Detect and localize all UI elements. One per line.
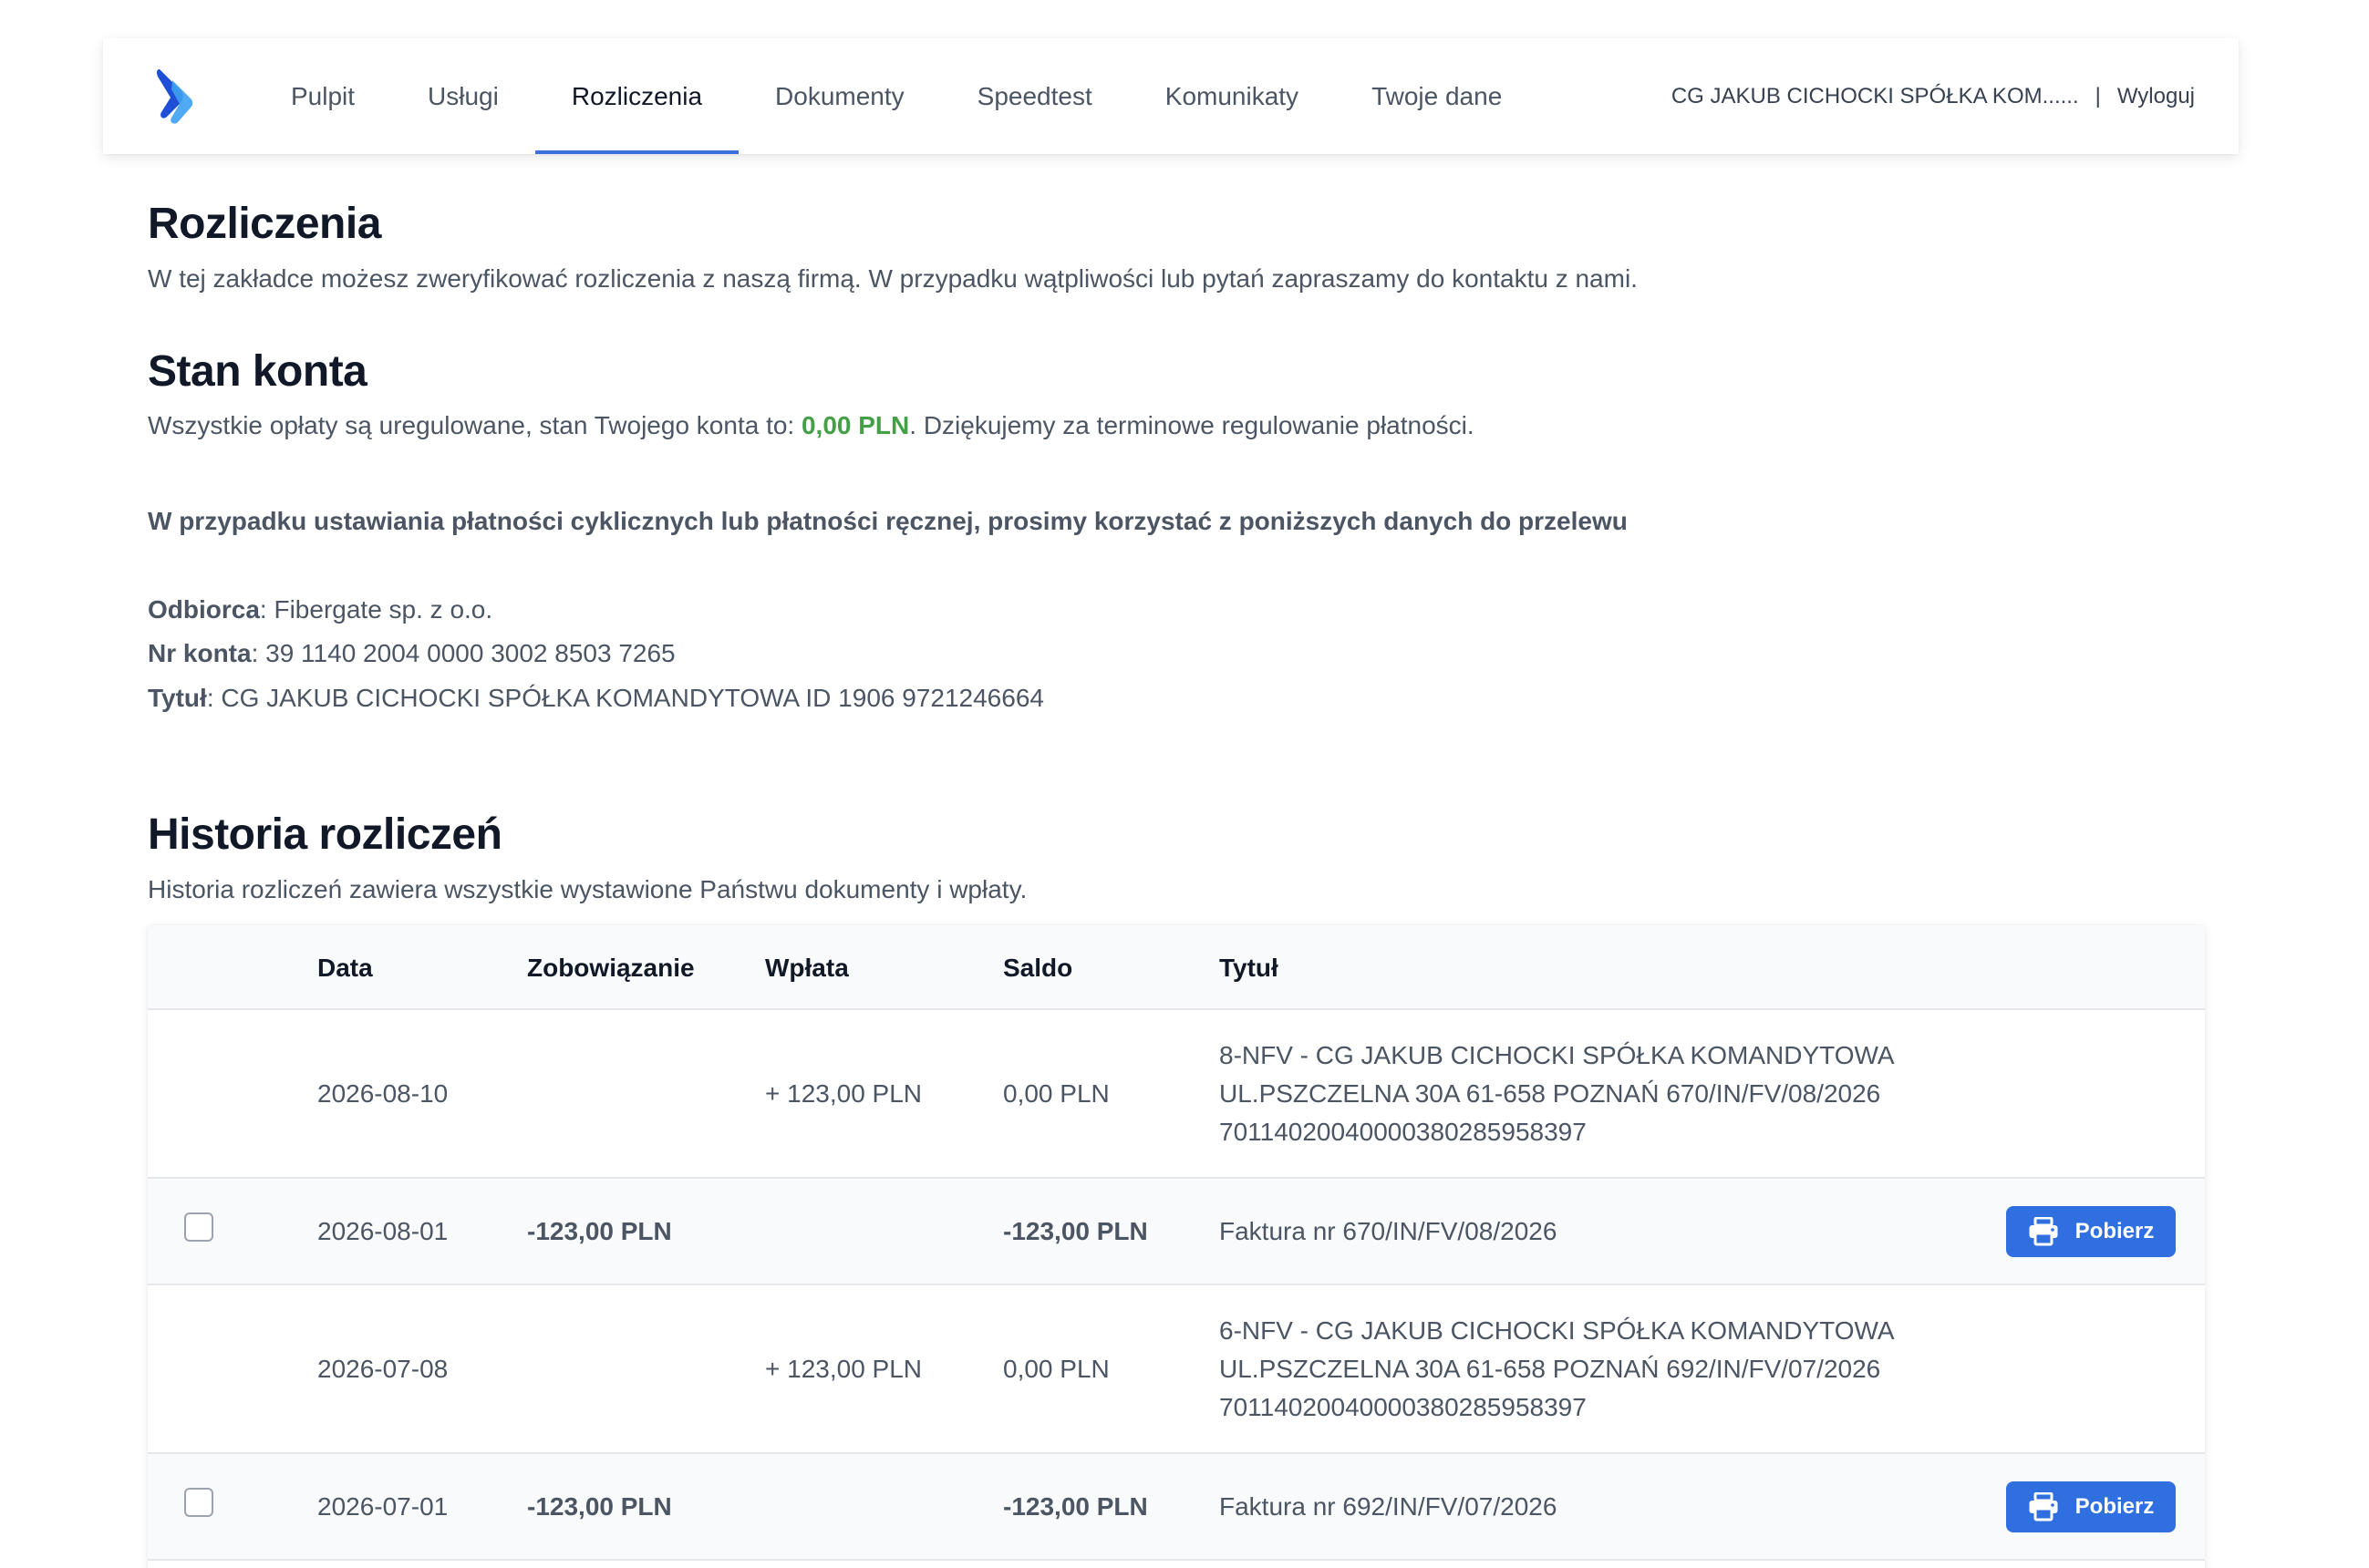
company-logo[interactable] xyxy=(156,67,198,128)
table-row: 2026-08-01 -123,00 PLN -123,00 PLN Faktu… xyxy=(148,1179,2205,1285)
nav-item-rozliczenia[interactable]: Rozliczenia xyxy=(534,38,740,154)
table-row: 2026-07-08 + 123,00 PLN 0,00 PLN 6-NFV -… xyxy=(148,1285,2205,1454)
account-status-before: Wszystkie opłaty są uregulowane, stan Tw… xyxy=(148,411,802,439)
nav-item-pulpit[interactable]: Pulpit xyxy=(254,38,391,154)
nav-item-label: Pulpit xyxy=(291,81,356,110)
row-date: 2026-07-08 xyxy=(317,1354,449,1383)
nav-item-dokumenty[interactable]: Dokumenty xyxy=(739,38,941,154)
transfer-title-value: : CG JAKUB CICHOCKI SPÓŁKA KOMANDYTOWA I… xyxy=(206,684,1044,712)
table-row: 2026-07-01 -123,00 PLN -123,00 PLN Faktu… xyxy=(148,1454,2205,1561)
table-row: 2026-08-10 + 123,00 PLN 0,00 PLN 8-NFV -… xyxy=(148,1010,2205,1179)
row-balance: -123,00 PLN xyxy=(1003,1216,1148,1245)
transfer-notice: W przypadku ustawiania płatności cyklicz… xyxy=(148,507,1628,535)
nav-item-speedtest[interactable]: Speedtest xyxy=(941,38,1129,154)
row-payment: + 123,00 PLN xyxy=(765,1354,923,1383)
row-date: 2026-07-01 xyxy=(317,1491,449,1521)
column-header-payment: Wpłata xyxy=(765,953,849,982)
row-title: Faktura nr 670/IN/FV/08/2026 xyxy=(1219,1216,1557,1245)
main-nav: Pulpit Usługi Rozliczenia Dokumenty Spee… xyxy=(254,38,1538,154)
row-date: 2026-08-01 xyxy=(317,1216,449,1245)
nav-item-uslugi[interactable]: Usługi xyxy=(391,38,535,154)
transfer-title-line: Tytuł: CG JAKUB CICHOCKI SPÓŁKA KOMANDYT… xyxy=(148,684,1044,713)
column-header-liability: Zobowiązanie xyxy=(527,953,695,982)
column-header-balance: Saldo xyxy=(1003,953,1073,982)
nav-item-twoje-dane[interactable]: Twoje dane xyxy=(1335,38,1538,154)
nav-item-komunikaty[interactable]: Komunikaty xyxy=(1129,38,1335,154)
nav-item-label: Twoje dane xyxy=(1371,81,1503,110)
nav-item-label: Speedtest xyxy=(977,81,1092,110)
row-date: 2026-08-10 xyxy=(317,1078,449,1108)
logout-link[interactable]: Wyloguj xyxy=(2117,84,2195,109)
user-separator: | xyxy=(2095,83,2101,108)
row-payment: + 123,00 PLN xyxy=(765,1078,923,1108)
recipient-line: Odbiorca: Fibergate sp. z o.o. xyxy=(148,595,492,624)
page-intro: W tej zakładce możesz zweryfikować rozli… xyxy=(148,264,1638,293)
download-button[interactable]: Pobierz xyxy=(2006,1481,2176,1532)
nav-item-label: Dokumenty xyxy=(775,81,905,110)
recipient-value: : Fibergate sp. z o.o. xyxy=(259,595,493,624)
download-button-label: Pobierz xyxy=(2074,1219,2155,1243)
account-number-line: Nr konta: 39 1140 2004 0000 3002 8503 72… xyxy=(148,639,676,668)
top-navigation-bar: Pulpit Usługi Rozliczenia Dokumenty Spee… xyxy=(103,38,2239,154)
row-balance: 0,00 PLN xyxy=(1003,1354,1110,1383)
printer-icon xyxy=(2029,1217,2058,1246)
printer-icon xyxy=(2029,1492,2058,1522)
nav-item-label: Usługi xyxy=(428,81,499,110)
history-title: Historia rozliczeń xyxy=(148,810,502,859)
row-balance: 0,00 PLN xyxy=(1003,1078,1110,1108)
row-title: 8-NFV - CG JAKUB CICHOCKI SPÓŁKA KOMANDY… xyxy=(1219,1040,1894,1146)
account-status-after: . Dziękujemy za terminowe regulowanie pł… xyxy=(909,411,1474,439)
page-title: Rozliczenia xyxy=(148,200,381,248)
row-balance: -123,00 PLN xyxy=(1003,1491,1148,1521)
user-name[interactable]: CG JAKUB CICHOCKI SPÓŁKA KOM...... xyxy=(1671,84,2079,109)
account-number-label: Nr konta xyxy=(148,639,252,667)
account-status-text: Wszystkie opłaty są uregulowane, stan Tw… xyxy=(148,411,1474,440)
account-status-title: Stan konta xyxy=(148,347,367,396)
column-header-date: Data xyxy=(317,953,373,982)
download-button[interactable]: Pobierz xyxy=(2006,1206,2176,1257)
row-liability: -123,00 PLN xyxy=(527,1216,672,1245)
row-select-checkbox[interactable] xyxy=(184,1488,213,1517)
row-select-checkbox[interactable] xyxy=(184,1212,213,1242)
table-header: Data Zobowiązanie Wpłata Saldo Tytuł xyxy=(148,925,2205,1010)
recipient-label: Odbiorca xyxy=(148,595,260,624)
download-button-label: Pobierz xyxy=(2074,1494,2155,1519)
user-box: CG JAKUB CICHOCKI SPÓŁKA KOM...... | Wyl… xyxy=(1671,38,2195,154)
row-title: 6-NFV - CG JAKUB CICHOCKI SPÓŁKA KOMANDY… xyxy=(1219,1315,1894,1421)
history-table: Data Zobowiązanie Wpłata Saldo Tytuł 202… xyxy=(148,925,2205,1568)
row-liability: -123,00 PLN xyxy=(527,1491,672,1521)
account-number-value: : 39 1140 2004 0000 3002 8503 7265 xyxy=(251,639,676,667)
nav-item-label: Komunikaty xyxy=(1164,81,1299,110)
row-title: Faktura nr 692/IN/FV/07/2026 xyxy=(1219,1491,1557,1521)
column-header-title: Tytuł xyxy=(1219,953,1278,982)
account-balance: 0,00 PLN xyxy=(801,411,910,439)
transfer-title-label: Tytuł xyxy=(148,684,207,712)
history-subtitle: Historia rozliczeń zawiera wszystkie wys… xyxy=(148,875,1028,903)
nav-item-label: Rozliczenia xyxy=(571,81,703,110)
